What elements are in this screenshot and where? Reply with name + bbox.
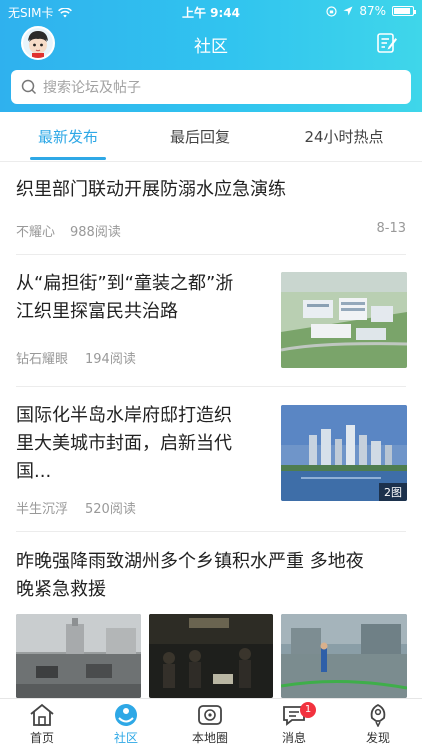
article-title-line: 国... — [16, 461, 52, 482]
tab-label: 发现 — [365, 731, 390, 745]
tab-messages[interactable]: 消息 — [252, 703, 336, 746]
page-title: 社区 — [194, 37, 228, 57]
discover-icon — [370, 703, 386, 727]
compose-icon — [377, 33, 397, 53]
battery-icon — [392, 6, 416, 16]
lock-rotation-icon — [326, 5, 337, 17]
tab-24h-hot[interactable]: 24小时热点 — [298, 126, 390, 147]
article-title-line: 江织里探富民共治路 — [16, 301, 178, 322]
article-date: 8-13 — [376, 221, 406, 236]
tab-label: 消息 — [281, 731, 306, 745]
article-title-line: 晚紧急救援 — [16, 579, 106, 600]
article-thumbnail[interactable]: 2图 — [281, 405, 407, 501]
search-icon — [21, 79, 37, 95]
home-icon — [30, 703, 54, 726]
search-input[interactable]: 搜索论坛及帖子 — [11, 70, 411, 104]
article-reads: 520阅读 — [85, 502, 136, 517]
tab-latest[interactable]: 最新发布 — [32, 126, 104, 147]
tab-local-circle[interactable]: 本地圈 — [168, 703, 252, 746]
tab-community[interactable]: 社区 — [84, 703, 168, 746]
article-thumbnail[interactable] — [16, 614, 141, 698]
list-item[interactable]: 从“扁担街”到“童装之都”浙 江织里探富民共治路 — [16, 270, 266, 326]
article-thumbnail[interactable] — [281, 272, 407, 368]
article-title-line: 里大美城市封面，启新当代 — [16, 433, 232, 454]
tab-label: 首页 — [29, 731, 54, 745]
tab-label: 本地圈 — [191, 731, 228, 745]
feed-tabs: 最新发布 最后回复 24小时热点 — [0, 112, 422, 162]
active-tab-indicator — [30, 157, 106, 160]
article-thumbnail[interactable] — [281, 614, 407, 698]
divider — [16, 254, 406, 255]
search-placeholder: 搜索论坛及帖子 — [43, 80, 141, 96]
header-bar: 无SIM卡 上午 9:44 87% 社区 搜索论坛及帖子 — [0, 0, 422, 112]
divider — [16, 386, 406, 387]
bottom-tab-bar: 首页 社区 本地圈 消息 1 发现 — [0, 698, 422, 750]
status-bar: 无SIM卡 上午 9:44 87% — [0, 0, 422, 22]
community-icon — [115, 704, 137, 726]
tab-discover[interactable]: 发现 — [336, 703, 420, 746]
tab-home[interactable]: 首页 — [0, 703, 84, 746]
location-icon — [343, 6, 353, 16]
article-title-line: 从“扁担街”到“童装之都”浙 — [16, 273, 234, 294]
image-count-badge: 2图 — [379, 483, 407, 501]
article-author: 半生沉浮 — [16, 502, 69, 517]
list-item[interactable]: 昨晚强降雨致湖州多个乡镇积水严重 多地夜 晚紧急救援 — [16, 548, 406, 604]
article-author: 钻石耀眼 — [16, 352, 69, 367]
divider — [16, 531, 406, 532]
battery-percent: 87% — [359, 4, 386, 18]
local-circle-icon — [198, 705, 222, 725]
article-reads: 988阅读 — [70, 225, 121, 240]
article-title-line: 昨晚强降雨致湖州多个乡镇积水严重 多地夜 — [16, 551, 364, 572]
tab-last-reply[interactable]: 最后回复 — [164, 126, 236, 147]
tab-label: 社区 — [113, 731, 138, 745]
list-item[interactable]: 织里部门联动开展防溺水应急演练 — [16, 176, 406, 204]
article-title: 织里部门联动开展防溺水应急演练 — [16, 179, 286, 200]
article-title-line: 国际化半岛水岸府邸打造织 — [16, 405, 232, 426]
article-reads: 194阅读 — [85, 352, 136, 367]
message-count-badge: 1 — [300, 702, 316, 718]
list-item[interactable]: 国际化半岛水岸府邸打造织 里大美城市封面，启新当代 国... — [16, 402, 266, 486]
article-author: 不耀心 — [16, 225, 56, 240]
article-thumbnail[interactable] — [149, 614, 273, 698]
compose-button[interactable] — [376, 32, 398, 54]
